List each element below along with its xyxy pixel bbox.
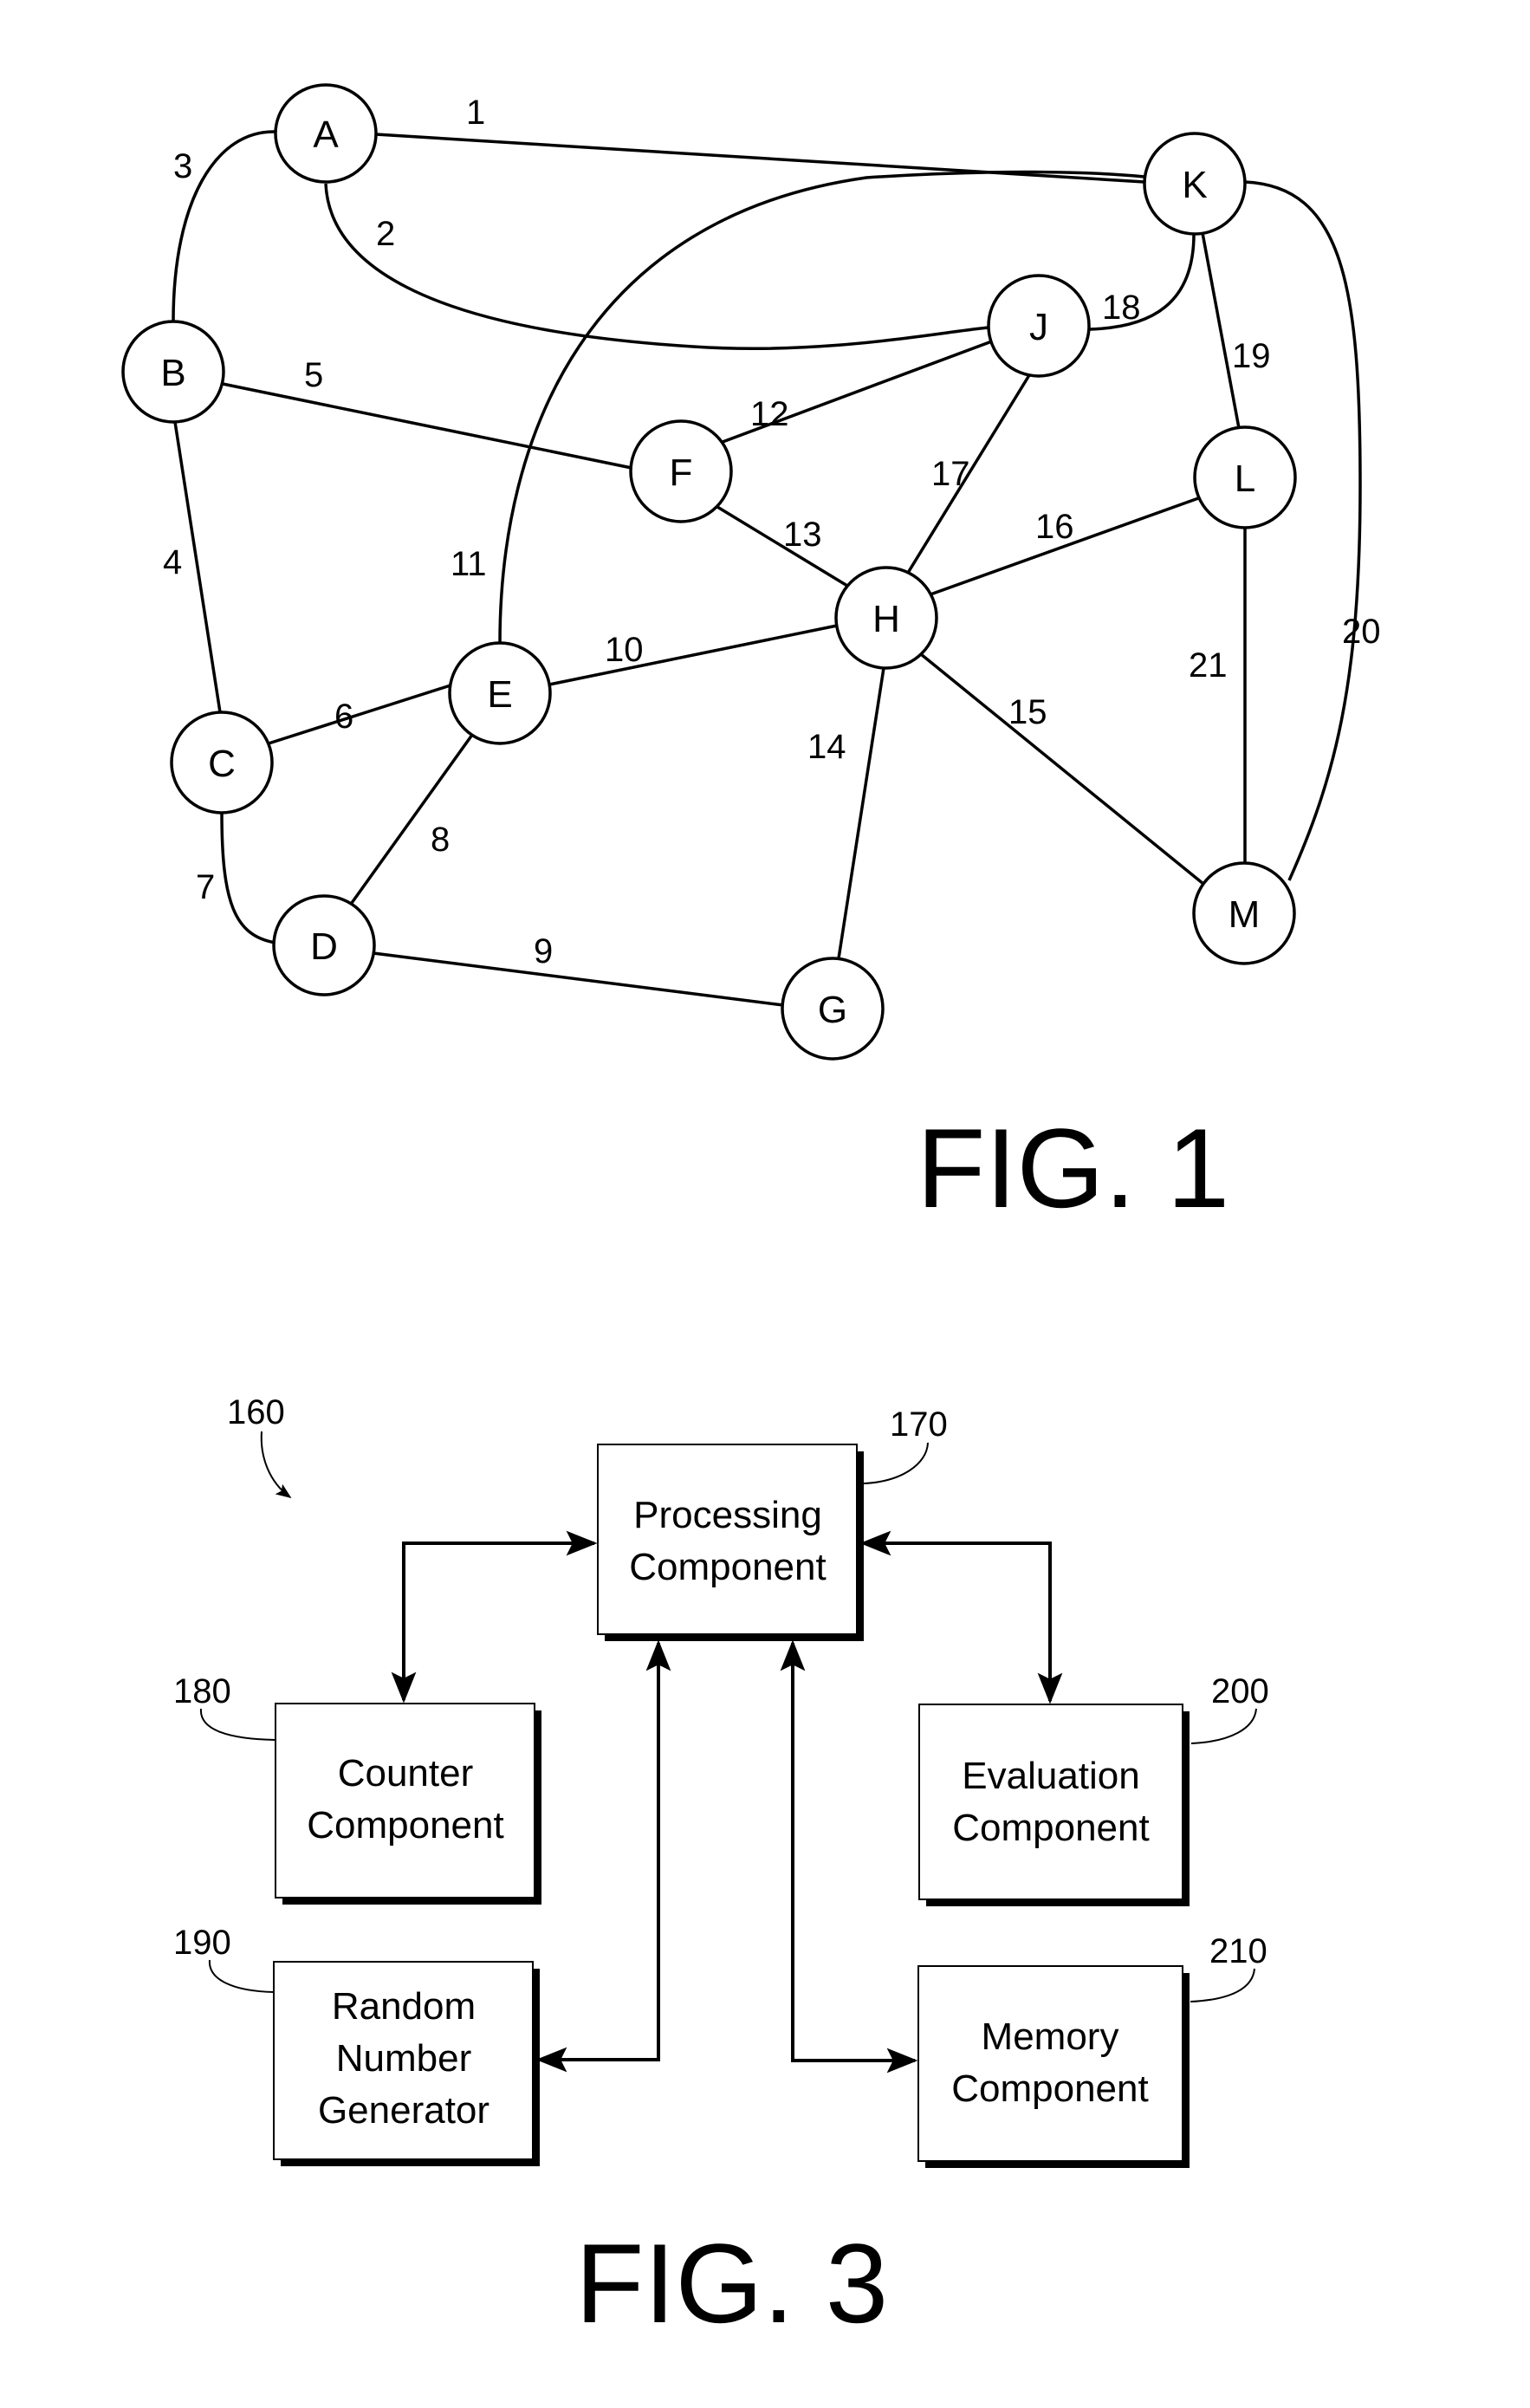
node-M: M <box>1192 861 1296 965</box>
node-K: K <box>1143 132 1247 236</box>
memory-component-box: Memory Component <box>917 1965 1190 2168</box>
edge-label-19: 19 <box>1232 337 1271 375</box>
ref-180: 180 <box>173 1672 231 1710</box>
evaluation-component-line-1: Evaluation <box>962 1755 1139 1797</box>
node-G: G <box>781 957 885 1061</box>
connector-processing-counter <box>391 1530 598 1704</box>
edge-9 <box>373 951 784 1007</box>
node-C: C <box>170 711 274 815</box>
edge-20 <box>1244 180 1362 881</box>
edge-label-1: 1 <box>466 94 485 132</box>
edge-1 <box>375 133 1145 184</box>
edge-5 <box>222 382 632 470</box>
node-B: B <box>121 320 225 424</box>
node-label-C: C <box>208 743 236 785</box>
edge-label-12: 12 <box>750 395 789 433</box>
rng-line-1: Random <box>332 1985 476 2028</box>
edge-label-9: 9 <box>534 932 553 970</box>
edge-label-8: 8 <box>431 821 450 859</box>
node-label-F: F <box>670 451 693 494</box>
edge-11 <box>498 170 1145 644</box>
node-J: J <box>987 274 1091 378</box>
figure-1-nodes: A B C D E F G H J K L M <box>121 83 1297 1061</box>
node-H: H <box>834 566 938 670</box>
random-number-generator-box: Random Number Generator <box>273 1961 540 2166</box>
ref-200: 200 <box>1211 1672 1269 1710</box>
node-label-K: K <box>1182 164 1207 206</box>
rng-line-2: Number <box>336 2037 472 2080</box>
node-label-A: A <box>313 114 339 156</box>
node-label-H: H <box>872 598 900 640</box>
patent-drawing-sheet: 1 2 3 4 5 6 7 8 9 10 11 12 13 14 15 16 1… <box>121 83 1381 2346</box>
ref-170-leader <box>863 1442 929 1484</box>
processing-component-line-1: Processing <box>633 1494 822 1536</box>
edge-label-18: 18 <box>1102 289 1141 327</box>
figure-1-graph <box>172 130 1362 1007</box>
edge-13 <box>716 505 848 587</box>
edge-label-15: 15 <box>1008 693 1047 731</box>
node-label-G: G <box>818 989 847 1031</box>
edge-label-6: 6 <box>334 698 353 736</box>
edge-14 <box>837 667 885 959</box>
connector-processing-evaluation <box>859 1530 1063 1704</box>
edge-7 <box>220 812 276 944</box>
node-label-M: M <box>1229 893 1261 936</box>
figure-3-title: FIG. 3 <box>575 2220 888 2346</box>
edge-label-2: 2 <box>376 215 395 253</box>
edge-label-16: 16 <box>1035 508 1074 546</box>
edge-label-4: 4 <box>163 543 182 581</box>
ref-190: 190 <box>173 1924 231 1962</box>
node-label-B: B <box>160 352 185 394</box>
node-A: A <box>274 83 378 184</box>
ref-160-arrow <box>260 1431 292 1499</box>
node-L: L <box>1193 425 1297 529</box>
node-label-L: L <box>1235 458 1255 500</box>
node-label-E: E <box>487 673 512 716</box>
counter-component-line-2: Component <box>307 1804 503 1847</box>
ref-170: 170 <box>890 1405 948 1444</box>
edge-label-11: 11 <box>451 545 487 583</box>
edge-label-10: 10 <box>605 631 644 669</box>
rng-line-3: Generator <box>318 2089 489 2132</box>
edge-label-7: 7 <box>196 868 215 906</box>
connector-processing-memory <box>780 1639 918 2074</box>
processing-component-line-2: Component <box>629 1546 826 1588</box>
edge-8 <box>350 733 474 905</box>
evaluation-component-line-2: Component <box>952 1807 1149 1849</box>
edge-label-21: 21 <box>1189 646 1228 685</box>
edge-label-17: 17 <box>931 455 970 493</box>
figure-1-title: FIG. 1 <box>917 1105 1229 1231</box>
figure-3-block-diagram: 160 Processing Component 170 Counter Com… <box>173 1393 1269 2168</box>
node-label-J: J <box>1029 306 1048 348</box>
ref-200-leader <box>1190 1708 1257 1744</box>
node-label-D: D <box>310 925 338 968</box>
edge-19 <box>1201 232 1241 429</box>
evaluation-component-box: Evaluation Component <box>918 1704 1190 1906</box>
memory-component-line-2: Component <box>951 2067 1148 2110</box>
counter-component-box: Counter Component <box>275 1703 541 1905</box>
edge-6 <box>268 683 454 745</box>
connector-processing-rng <box>535 1639 671 2073</box>
edge-15 <box>919 652 1205 886</box>
processing-component-box: Processing Component <box>597 1444 864 1641</box>
node-F: F <box>629 419 733 523</box>
ref-190-leader <box>208 1959 275 1993</box>
edge-2 <box>324 183 989 351</box>
ref-210: 210 <box>1209 1932 1267 1970</box>
edge-label-5: 5 <box>304 356 323 394</box>
node-E: E <box>448 641 552 745</box>
edge-label-20: 20 <box>1342 613 1381 651</box>
edge-label-14: 14 <box>807 728 846 766</box>
edge-label-3: 3 <box>173 147 192 185</box>
edge-label-13: 13 <box>783 516 822 554</box>
memory-component-line-1: Memory <box>982 2015 1119 2058</box>
counter-component-line-1: Counter <box>338 1752 474 1795</box>
edge-10 <box>548 624 838 686</box>
ref-210-leader <box>1190 1968 1255 2002</box>
ref-160: 160 <box>227 1393 285 1431</box>
ref-180-leader <box>199 1708 276 1741</box>
node-D: D <box>272 894 376 996</box>
